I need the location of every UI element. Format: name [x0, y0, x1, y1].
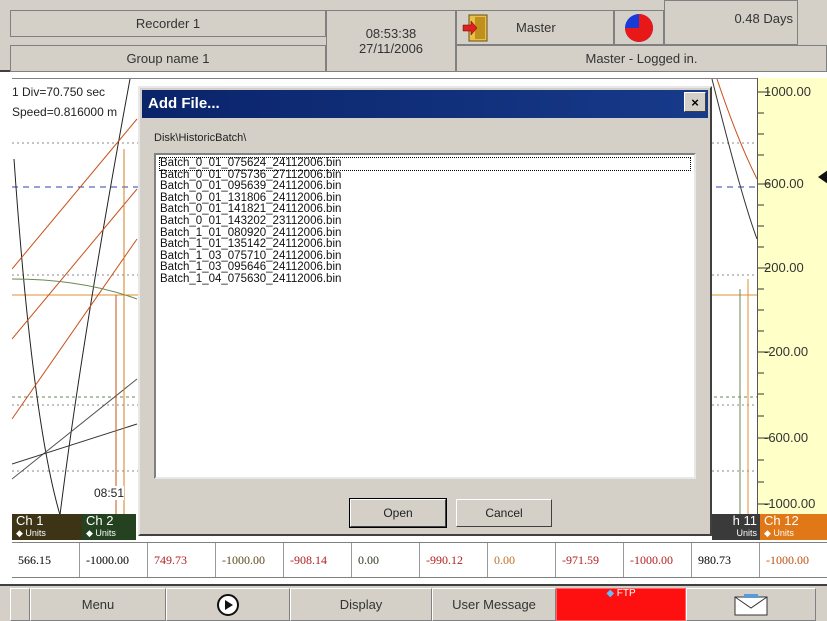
bottom-toolbar: Menu Display User Message ◆ FTP	[0, 584, 827, 621]
div-label: 1 Div=70.750 sec	[12, 85, 106, 99]
channel-values-row: 566.15 -1000.00 749.73 -1000.00 -908.14 …	[12, 542, 827, 578]
channel-units-text: Units	[95, 528, 116, 538]
add-file-dialog: Add File... × Disk\HistoricBatch\ Batch_…	[138, 86, 712, 536]
channel-value[interactable]: 980.73	[692, 543, 760, 577]
clock-time: 08:53:38	[365, 26, 417, 41]
cancel-button[interactable]: Cancel	[456, 499, 552, 527]
channel-value[interactable]: -1000.00	[80, 543, 148, 577]
channel-units: ◆ Units	[764, 528, 794, 538]
door-login-icon	[462, 14, 488, 41]
channel-units: Units	[736, 528, 757, 538]
open-button[interactable]: Open	[349, 498, 447, 528]
group-name[interactable]: Group name 1	[10, 45, 326, 72]
channel-label-1[interactable]: Ch 1 ◆ Units	[12, 514, 82, 540]
ftp-text: FTP	[616, 588, 636, 599]
file-list[interactable]: Batch_0_01_075624_24112006.bin Batch_0_0…	[154, 153, 696, 479]
channel-value[interactable]: 566.15	[12, 543, 80, 577]
channel-units-text: Units	[25, 528, 46, 538]
channel-name: Ch 2	[86, 513, 114, 528]
file-item[interactable]: Batch_0_01_075624_24112006.bin	[159, 157, 691, 171]
file-item[interactable]: Batch_1_04_075630_24112006.bin	[160, 273, 690, 286]
file-item[interactable]: Batch_0_01_143202_23112006.bin	[160, 215, 690, 228]
channel-label-11[interactable]: h 11 Units	[712, 514, 760, 540]
toolbar-left-edge	[10, 588, 30, 621]
timestamp-label: 08:51	[94, 486, 125, 500]
y-scale: 1000.00 600.00 200.00 -200.00 -600.00 -1…	[757, 78, 827, 514]
y-tick-label: 200.00	[764, 260, 804, 275]
header-bar: Recorder 1 Group name 1 08:53:38 27/11/2…	[0, 0, 827, 72]
file-item[interactable]: Batch_1_01_135142_24112006.bin	[160, 239, 690, 251]
memory-pie	[614, 10, 664, 45]
channel-name: h 11	[732, 513, 757, 528]
login-status: Master - Logged in.	[456, 45, 827, 72]
channel-value[interactable]: -1000.00	[216, 543, 284, 577]
y-tick-label: -600.00	[764, 430, 809, 445]
mail-button[interactable]	[686, 588, 816, 621]
y-tick-label: 1000.00	[764, 84, 811, 99]
clock-date: 27/11/2006	[358, 41, 424, 56]
channel-value[interactable]: -990.12	[420, 543, 488, 577]
channel-units: ◆ Units	[86, 528, 116, 538]
speed-label: Speed=0.816000 m	[12, 105, 118, 119]
play-icon	[217, 593, 239, 616]
channel-name: Ch 12	[764, 513, 799, 528]
memory-pie-icon	[625, 13, 653, 42]
user-message-button[interactable]: User Message	[432, 588, 556, 621]
recorder-name[interactable]: Recorder 1	[10, 10, 326, 37]
ftp-button[interactable]: ◆ FTP	[556, 588, 686, 621]
y-tick-label: -1000.00	[764, 496, 816, 511]
channel-value[interactable]: -1000.00	[760, 543, 827, 577]
y-tick-label: -200.00	[764, 344, 809, 359]
channel-value[interactable]: 0.00	[488, 543, 556, 577]
memory-days: 0.48 Days	[664, 0, 798, 45]
ftp-label: ◆ FTP	[606, 588, 635, 599]
channel-value[interactable]: -971.59	[556, 543, 624, 577]
channel-units-text: Units	[773, 528, 794, 538]
channel-units: ◆ Units	[16, 528, 46, 538]
display-button[interactable]: Display	[290, 588, 432, 621]
user-level: Master	[500, 10, 614, 45]
channel-label-2[interactable]: Ch 2 ◆ Units	[82, 514, 136, 540]
menu-button[interactable]: Menu	[30, 588, 166, 621]
ftp-diamond-icon: ◆	[606, 588, 615, 599]
clock: 08:53:38 27/11/2006	[326, 10, 456, 72]
channel-value[interactable]: -1000.00	[624, 543, 692, 577]
channel-value[interactable]: 0.00	[352, 543, 420, 577]
channel-label-12[interactable]: Ch 12 ◆ Units	[760, 514, 827, 540]
channel-value[interactable]: -908.14	[284, 543, 352, 577]
mail-icon	[734, 593, 768, 615]
y-scale-ticks	[758, 91, 770, 505]
y-tick-label: 600.00	[764, 176, 804, 191]
dialog-title: Add File...	[142, 90, 708, 118]
current-path: Disk\HistoricBatch\	[154, 132, 247, 144]
close-button[interactable]: ×	[684, 92, 706, 112]
scale-pointer-icon	[818, 170, 827, 184]
play-button[interactable]	[166, 588, 290, 621]
channel-value[interactable]: 749.73	[148, 543, 216, 577]
channel-name: Ch 1	[16, 513, 44, 528]
